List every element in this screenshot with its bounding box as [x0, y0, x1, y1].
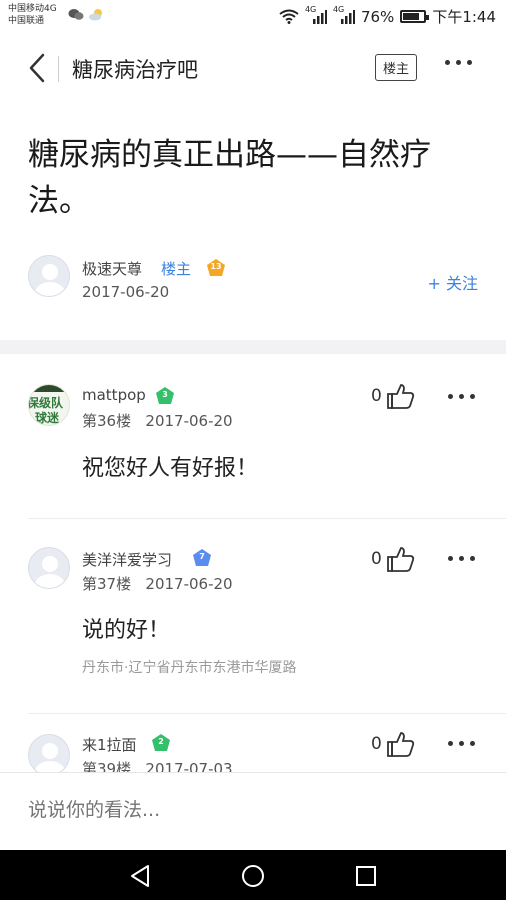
more-dot	[470, 556, 475, 561]
battery-percent: 76%	[360, 7, 395, 26]
reply-more-button[interactable]	[448, 556, 475, 561]
avatar-body	[35, 574, 65, 588]
post-author-row: 极速天尊 楼主 13 2017-06-20 + 关注	[0, 252, 506, 312]
post-title: 糖尿病的真正出路——自然疗法。	[28, 137, 431, 219]
like-count: 0	[371, 734, 382, 754]
more-dots-icon	[448, 394, 453, 399]
reply-item: 保级队 球迷 mattpop 3 第36楼 2017-06-20 0 祝您好人有…	[0, 354, 506, 519]
more-dot	[459, 394, 464, 399]
comment-input[interactable]	[28, 799, 468, 821]
reply-more-button[interactable]	[448, 741, 475, 746]
owner-tag: 楼主	[161, 260, 192, 278]
more-dot	[459, 741, 464, 746]
post-date: 2017-06-20	[82, 283, 170, 301]
level-number: 13	[210, 262, 222, 271]
more-dot	[467, 60, 472, 65]
avatar-band	[29, 385, 69, 392]
notification-icons	[68, 8, 104, 21]
status-right: 4G 4G 76% 下午1:44	[279, 5, 496, 27]
reply-avatar[interactable]: 保级队 球迷	[28, 384, 70, 426]
level-badge: 7	[192, 548, 212, 568]
avatar-text-2: 球迷	[35, 411, 60, 425]
reply-date: 2017-06-20	[145, 575, 233, 593]
nav-divider	[58, 56, 59, 82]
clock: 下午1:44	[432, 8, 496, 26]
reply-content: 祝您好人有好报！	[82, 456, 259, 481]
more-dot	[459, 556, 464, 561]
more-options-button[interactable]	[445, 60, 472, 65]
recents-square-icon[interactable]	[352, 862, 380, 890]
author-avatar[interactable]	[28, 255, 70, 297]
level-number: 3	[162, 390, 168, 399]
back-button[interactable]	[22, 50, 52, 86]
thumbs-up-icon[interactable]	[386, 382, 416, 410]
level-badge: 2	[151, 733, 171, 753]
thumbs-up-icon[interactable]	[386, 545, 416, 573]
home-circle-icon[interactable]	[239, 862, 267, 890]
avatar-body	[35, 282, 65, 296]
level-badge: 3	[155, 386, 175, 406]
avatar-head	[42, 743, 58, 759]
like-count: 0	[371, 549, 382, 569]
avatar-head	[42, 264, 58, 280]
weather-icon	[89, 9, 102, 21]
reply-user-name[interactable]: 美洋洋爱学习	[82, 549, 172, 570]
wechat-icon	[68, 9, 84, 20]
system-nav-bar	[0, 850, 506, 900]
follow-button[interactable]: + 关注	[428, 270, 479, 294]
floor-number: 第39楼	[82, 760, 132, 772]
avatar-body	[35, 761, 65, 772]
chevron-left-icon	[29, 53, 45, 83]
back-triangle-icon[interactable]	[126, 862, 154, 890]
reply-item: 来1拉面 2 第39楼 2017-07-03 0	[0, 714, 506, 772]
reply-location: 丹东市·辽宁省丹东市东港市华厦路	[82, 660, 297, 676]
signal-2-icon: 4G	[333, 5, 355, 24]
thumbs-up-icon[interactable]	[386, 730, 416, 758]
reply-item: 美洋洋爱学习 7 第37楼 2017-06-20 0 说的好！ 丹东市·辽宁省丹…	[0, 519, 506, 714]
battery-icon	[400, 10, 430, 23]
level-badge: 13	[206, 258, 226, 278]
more-dot	[456, 60, 461, 65]
carrier-line-2: 中国联通	[8, 16, 45, 26]
reply-content: 说的好！	[82, 618, 171, 643]
signal-1-icon: 4G	[305, 5, 327, 24]
author-name[interactable]: 极速天尊	[82, 258, 142, 279]
owner-only-button[interactable]: 楼主	[375, 54, 417, 81]
reply-date: 2017-07-03	[145, 760, 233, 772]
floor-number: 第36楼	[82, 412, 132, 430]
more-dots-icon	[448, 741, 453, 746]
status-bar: 中国移动4G 中国联通 4G 4G 76% 下午1:44	[0, 0, 506, 34]
comment-bar	[0, 772, 506, 850]
battery-fill	[403, 13, 419, 20]
like-count: 0	[371, 386, 382, 406]
floor-number: 第37楼	[82, 575, 132, 593]
reply-floor-date: 第37楼 2017-06-20	[82, 573, 233, 594]
reply-avatar[interactable]	[28, 734, 70, 772]
more-dots-icon	[445, 60, 450, 65]
avatar-head	[42, 556, 58, 572]
section-divider	[0, 340, 506, 354]
carrier-info: 中国移动4G 中国联通	[8, 3, 57, 27]
reply-date: 2017-06-20	[145, 412, 233, 430]
wifi-icon	[279, 9, 299, 24]
reply-avatar[interactable]	[28, 547, 70, 589]
level-number: 2	[158, 737, 164, 746]
reply-user-name[interactable]: mattpop	[82, 386, 146, 404]
carrier-line-1: 中国移动4G	[8, 4, 57, 14]
reply-user-name[interactable]: 来1拉面	[82, 734, 137, 755]
nav-bar: 糖尿病治疗吧 楼主	[0, 34, 506, 104]
more-dot	[470, 741, 475, 746]
reply-more-button[interactable]	[448, 394, 475, 399]
reply-floor-date: 第36楼 2017-06-20	[82, 410, 233, 431]
more-dots-icon	[448, 556, 453, 561]
level-number: 7	[199, 552, 205, 561]
more-dot	[470, 394, 475, 399]
forum-title[interactable]: 糖尿病治疗吧	[72, 54, 198, 84]
reply-floor-date: 第39楼 2017-07-03	[82, 758, 233, 772]
